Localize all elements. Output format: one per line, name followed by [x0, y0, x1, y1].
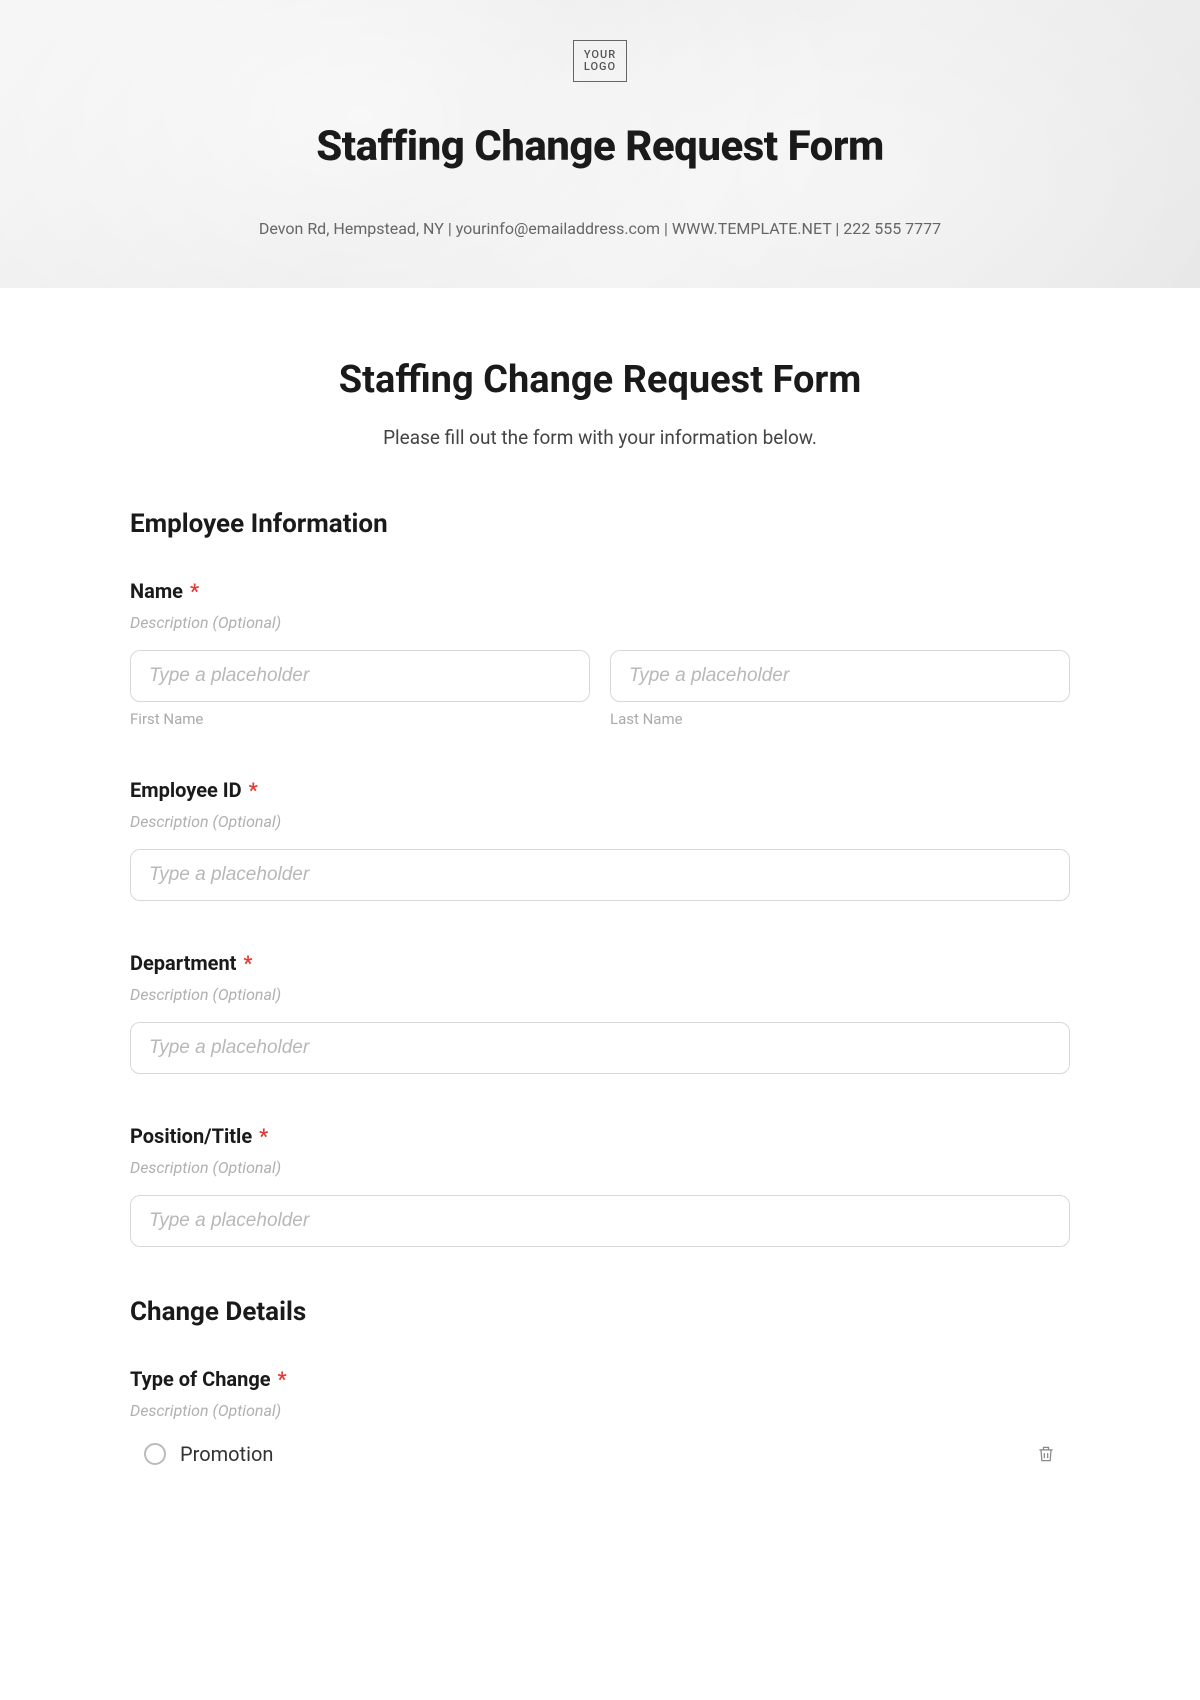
- logo-line-2: LOGO: [584, 61, 616, 73]
- form-subtitle: Please fill out the form with your infor…: [130, 426, 1070, 449]
- section-change-details: Change Details: [130, 1297, 1070, 1327]
- field-type-of-change: Type of Change * Description (Optional) …: [130, 1367, 1070, 1470]
- field-type-of-change-label: Type of Change *: [130, 1367, 1070, 1391]
- required-asterisk: *: [259, 1124, 268, 1148]
- required-asterisk: *: [278, 1367, 287, 1391]
- employee-id-input[interactable]: [130, 849, 1070, 901]
- radio-label-promotion: Promotion: [180, 1442, 1022, 1466]
- field-department-label: Department *: [130, 951, 1070, 975]
- field-type-of-change-description[interactable]: Description (Optional): [130, 1401, 1070, 1420]
- required-asterisk: *: [249, 778, 258, 802]
- field-name-description[interactable]: Description (Optional): [130, 613, 1070, 632]
- field-employee-id-label: Employee ID *: [130, 778, 1070, 802]
- position-input[interactable]: [130, 1195, 1070, 1247]
- field-position-description[interactable]: Description (Optional): [130, 1158, 1070, 1177]
- field-employee-id: Employee ID * Description (Optional): [130, 778, 1070, 901]
- section-employee-info: Employee Information: [130, 509, 1070, 539]
- required-asterisk: *: [243, 951, 252, 975]
- first-name-sublabel: First Name: [130, 710, 590, 728]
- field-department: Department * Description (Optional): [130, 951, 1070, 1074]
- page-title: Staffing Change Request Form: [50, 122, 1150, 171]
- logo-placeholder: YOUR LOGO: [573, 40, 627, 82]
- header-banner: YOUR LOGO Staffing Change Request Form D…: [0, 0, 1200, 288]
- field-name: Name * Description (Optional) First Name…: [130, 579, 1070, 728]
- first-name-input[interactable]: [130, 650, 590, 702]
- radio-icon[interactable]: [144, 1443, 166, 1465]
- contact-meta: Devon Rd, Hempstead, NY | yourinfo@email…: [50, 219, 1150, 238]
- last-name-input[interactable]: [610, 650, 1070, 702]
- form-title: Staffing Change Request Form: [130, 358, 1070, 402]
- trash-icon[interactable]: [1036, 1443, 1056, 1465]
- field-employee-id-description[interactable]: Description (Optional): [130, 812, 1070, 831]
- form-container: Staffing Change Request Form Please fill…: [0, 288, 1200, 1530]
- field-position-label: Position/Title *: [130, 1124, 1070, 1148]
- field-department-description[interactable]: Description (Optional): [130, 985, 1070, 1004]
- field-position: Position/Title * Description (Optional): [130, 1124, 1070, 1247]
- field-name-label: Name *: [130, 579, 1070, 603]
- last-name-sublabel: Last Name: [610, 710, 1070, 728]
- required-asterisk: *: [190, 579, 199, 603]
- department-input[interactable]: [130, 1022, 1070, 1074]
- radio-option-promotion[interactable]: Promotion: [130, 1438, 1070, 1470]
